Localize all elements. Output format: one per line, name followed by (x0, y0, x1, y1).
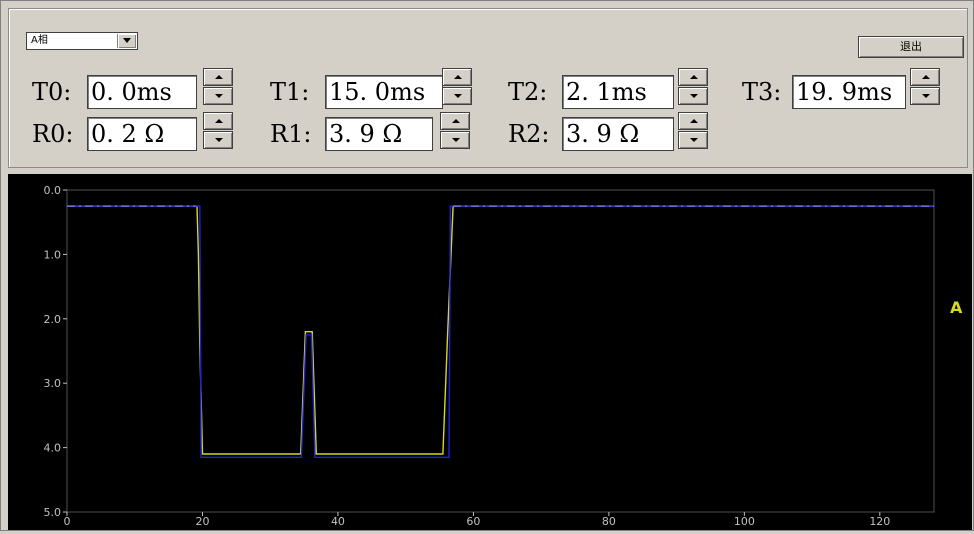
x-tick-label: 20 (195, 515, 209, 528)
t0-field[interactable]: 0. 0ms (87, 75, 197, 109)
phase-select-value: A相 (31, 35, 48, 46)
exit-button[interactable]: 退出 (858, 36, 964, 58)
t2-spinner[interactable] (678, 68, 708, 106)
waveform-chart-area: 0.0 1.0 2.0 3.0 4.0 5.0 0 20 40 60 80 100 120 A (8, 174, 972, 530)
r0-field[interactable]: 0. 2 Ω (87, 117, 197, 151)
y-tick-label: 3.0 (44, 377, 62, 390)
x-tick-label: 60 (466, 515, 480, 528)
waveform-chart: 0.0 1.0 2.0 3.0 4.0 5.00 20 40 60 80 100 120 A (44, 184, 964, 528)
y-tick-label: 4.0 (44, 442, 62, 455)
plot-frame (66, 189, 935, 513)
t3-field[interactable]: 19. 9ms (792, 75, 906, 109)
t2-label: T2: (508, 78, 548, 106)
phase-select[interactable]: A相 (26, 32, 138, 50)
t3-spinner[interactable] (910, 68, 940, 106)
x-tick-label: 100 (734, 515, 755, 528)
r2-decrement-button[interactable] (678, 131, 708, 149)
t1-decrement-button[interactable] (442, 87, 472, 105)
r0-decrement-button[interactable] (203, 131, 233, 149)
t1-spinner[interactable] (442, 68, 472, 106)
t1-label: T1: (270, 78, 310, 106)
waveform-series-1 (67, 205, 934, 455)
r2-label: R2: (508, 120, 550, 148)
t1-field[interactable]: 15. 0ms (325, 75, 443, 109)
t3-decrement-button[interactable] (910, 87, 940, 105)
t0-decrement-button[interactable] (203, 87, 233, 105)
waveform-series-2 (67, 205, 934, 458)
t3-label: T3: (742, 78, 782, 106)
x-tick-label: 120 (869, 515, 890, 528)
r1-field[interactable]: 3. 9 Ω (325, 117, 433, 151)
y-tick-label: 5.0 (44, 506, 62, 519)
y-tick-label: 1.0 (44, 248, 62, 261)
r0-spinner[interactable] (203, 112, 233, 150)
t0-spinner[interactable] (203, 68, 233, 106)
t1-increment-button[interactable] (442, 68, 472, 86)
channel-label: A (950, 298, 963, 317)
t3-increment-button[interactable] (910, 68, 940, 86)
chevron-down-icon[interactable] (117, 34, 136, 48)
y-tick-label: 2.0 (44, 313, 62, 326)
r2-increment-button[interactable] (678, 112, 708, 130)
r0-label: R0: (32, 120, 74, 148)
t2-field[interactable]: 2. 1ms (562, 75, 674, 109)
t0-increment-button[interactable] (203, 68, 233, 86)
x-tick-label: 40 (331, 515, 345, 528)
r1-decrement-button[interactable] (440, 131, 470, 149)
r2-field[interactable]: 3. 9 Ω (562, 117, 674, 151)
x-tick-label: 0 (64, 515, 71, 528)
y-tick-label: 0.0 (44, 184, 62, 197)
r1-spinner[interactable] (440, 112, 470, 150)
t2-decrement-button[interactable] (678, 87, 708, 105)
r1-label: R1: (270, 120, 312, 148)
t2-increment-button[interactable] (678, 68, 708, 86)
r0-increment-button[interactable] (203, 112, 233, 130)
t0-label: T0: (32, 78, 72, 106)
r1-increment-button[interactable] (440, 112, 470, 130)
r2-spinner[interactable] (678, 112, 708, 150)
x-tick-label: 80 (602, 515, 616, 528)
